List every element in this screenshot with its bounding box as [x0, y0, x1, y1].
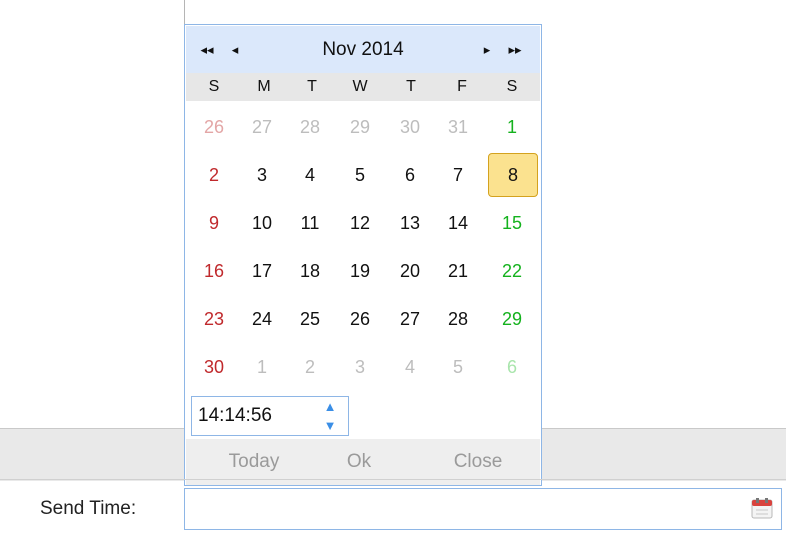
day-cell[interactable]: 28	[438, 295, 478, 343]
time-spinner: ▲ ▼	[191, 396, 349, 436]
day-cell[interactable]: 19	[340, 247, 380, 295]
day-cell[interactable]: 7	[438, 151, 478, 199]
day-cell[interactable]: 29	[492, 295, 532, 343]
day-cell[interactable]: 17	[242, 247, 282, 295]
weekday-fri: F	[457, 78, 467, 95]
day-cell[interactable]: 6	[390, 151, 430, 199]
day-cell[interactable]: 21	[438, 247, 478, 295]
day-cell[interactable]: 22	[492, 247, 532, 295]
day-cell[interactable]: 1	[492, 103, 532, 151]
row-separator	[0, 479, 786, 480]
date-picker-popup: ◂◂ ◂ Nov 2014 ▸ ▸▸ S M T W T F S 26 27 2…	[184, 24, 542, 486]
calendar-week-row: 2 3 4 5 6 7 8	[186, 151, 540, 199]
day-cell[interactable]: 4	[290, 151, 330, 199]
day-cell[interactable]: 28	[290, 103, 330, 151]
calendar-icon[interactable]	[751, 497, 773, 519]
day-cell[interactable]: 2	[194, 151, 234, 199]
day-cell[interactable]: 4	[390, 343, 430, 391]
weekday-mon: M	[257, 78, 271, 95]
weekday-thu: T	[406, 78, 416, 95]
day-cell[interactable]: 30	[390, 103, 430, 151]
calendar-week-row: 9 10 11 12 13 14 15	[186, 199, 540, 247]
day-cell[interactable]: 9	[194, 199, 234, 247]
send-time-label: Send Time:	[40, 498, 137, 519]
day-cell[interactable]: 3	[340, 343, 380, 391]
day-cell[interactable]: 27	[242, 103, 282, 151]
calendar-week-row: 26 27 28 29 30 31 1	[186, 103, 540, 151]
day-cell[interactable]: 27	[390, 295, 430, 343]
day-cell[interactable]: 24	[242, 295, 282, 343]
calendar-week-row: 16 17 18 19 20 21 22	[186, 247, 540, 295]
day-cell[interactable]: 14	[438, 199, 478, 247]
next-year-button[interactable]: ▸▸	[504, 26, 526, 73]
day-cell[interactable]: 13	[390, 199, 430, 247]
day-cell[interactable]: 10	[242, 199, 282, 247]
weekday-sat: S	[506, 78, 518, 95]
day-cell[interactable]: 2	[290, 343, 330, 391]
day-cell[interactable]: 3	[242, 151, 282, 199]
day-cell[interactable]: 29	[340, 103, 380, 151]
day-cell[interactable]: 23	[194, 295, 234, 343]
weekday-header: S M T W T F S	[186, 73, 540, 101]
weekday-wed: W	[352, 78, 368, 95]
day-cell[interactable]: 11	[290, 199, 330, 247]
day-cell[interactable]: 16	[194, 247, 234, 295]
divider	[184, 0, 185, 24]
time-input[interactable]	[192, 397, 316, 435]
selected-day-cell[interactable]: 8	[488, 153, 538, 197]
calendar-header: ◂◂ ◂ Nov 2014 ▸ ▸▸	[186, 26, 540, 73]
day-cell[interactable]: 6	[492, 343, 532, 391]
day-cell[interactable]: 5	[438, 343, 478, 391]
day-cell[interactable]: 12	[340, 199, 380, 247]
chevron-up-icon[interactable]: ▲	[312, 397, 348, 416]
time-spin-buttons: ▲ ▼	[312, 397, 348, 435]
day-cell[interactable]: 25	[290, 295, 330, 343]
day-cell[interactable]: 18	[290, 247, 330, 295]
weekday-tue: T	[307, 78, 317, 95]
chevron-down-icon[interactable]: ▼	[312, 416, 348, 435]
day-cell[interactable]: 26	[194, 103, 234, 151]
day-cell[interactable]: 30	[194, 343, 234, 391]
calendar-week-row: 23 24 25 26 27 28 29	[186, 295, 540, 343]
next-month-button[interactable]: ▸	[478, 26, 496, 73]
send-time-field[interactable]	[184, 488, 782, 530]
calendar-grid: 26 27 28 29 30 31 1 2 3 4 5 6 7 8 9 10 1…	[186, 103, 540, 391]
day-cell[interactable]: 26	[340, 295, 380, 343]
day-cell[interactable]: 5	[340, 151, 380, 199]
day-cell[interactable]: 1	[242, 343, 282, 391]
day-cell[interactable]: 31	[438, 103, 478, 151]
day-cell[interactable]: 15	[492, 199, 532, 247]
weekday-sun: S	[208, 78, 220, 95]
day-cell[interactable]: 20	[390, 247, 430, 295]
calendar-week-row: 30 1 2 3 4 5 6	[186, 343, 540, 391]
